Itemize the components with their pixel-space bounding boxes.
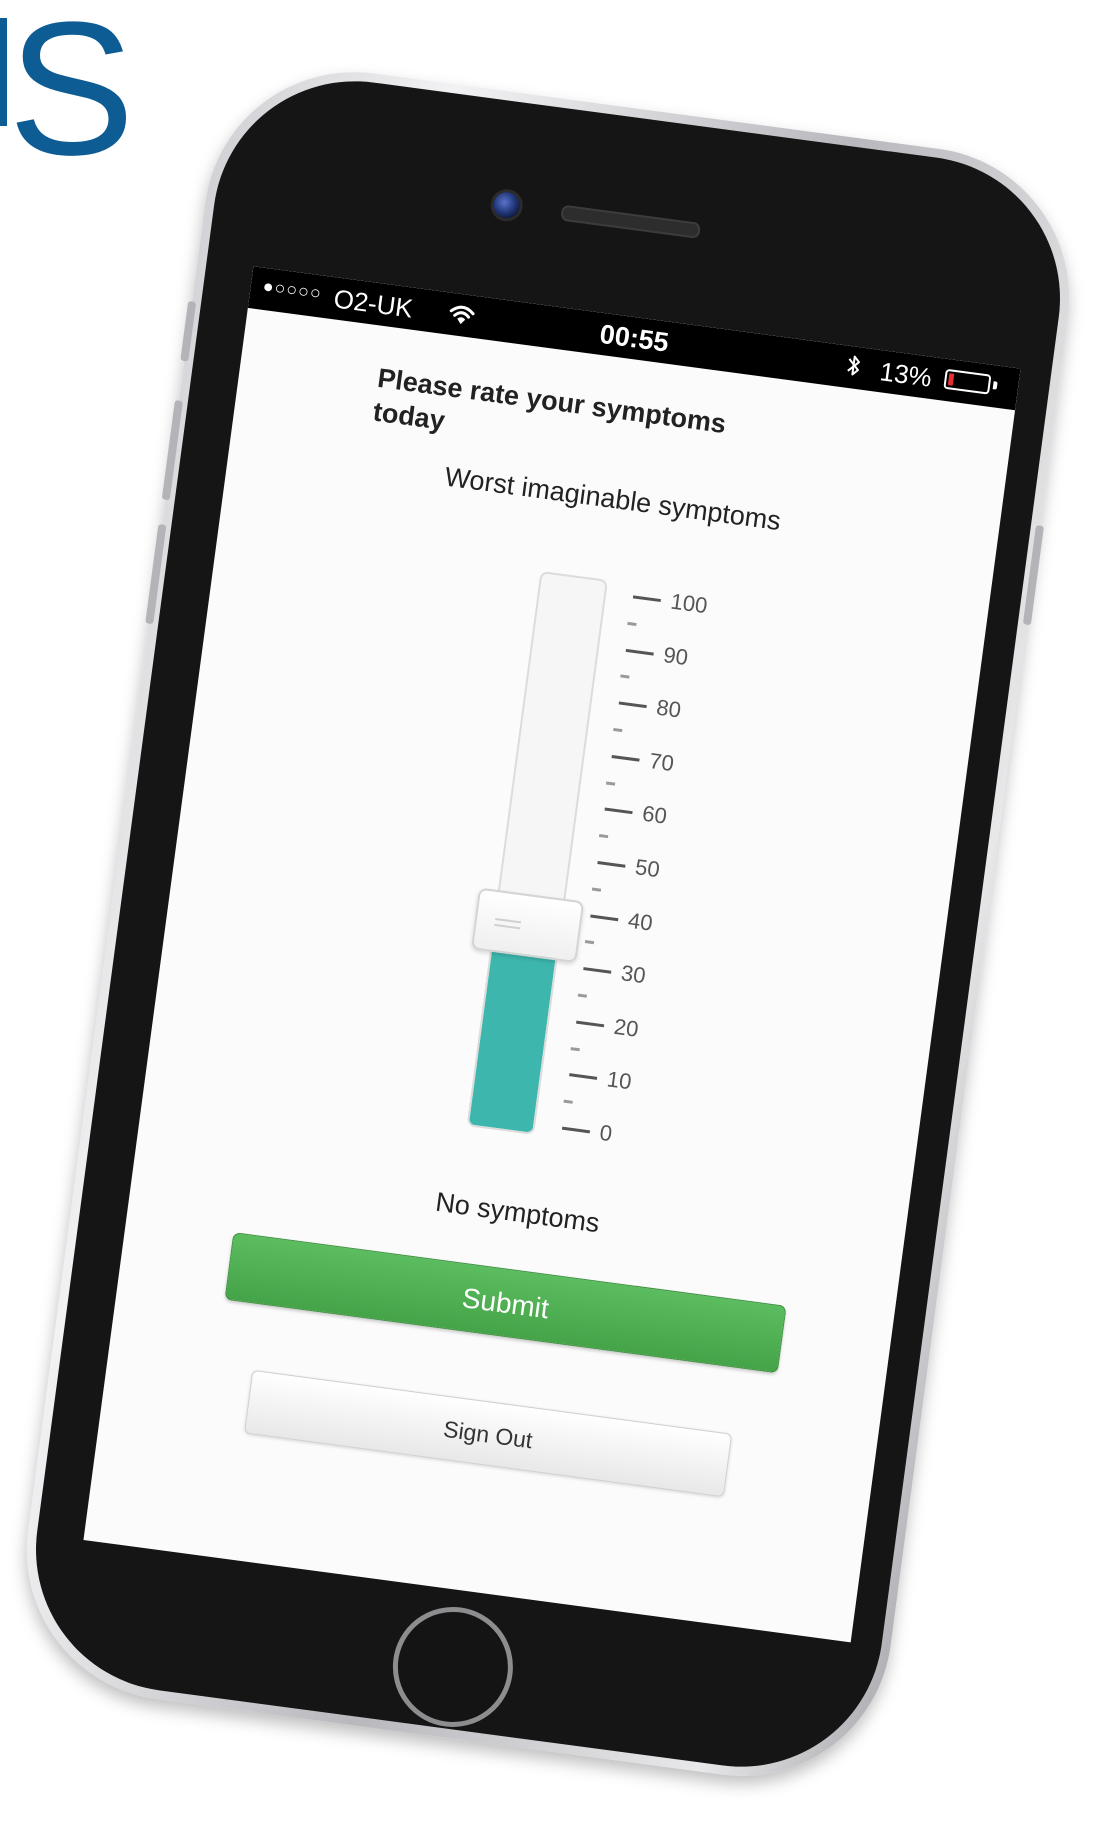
scale-major-tick [611,754,640,762]
scale-minor-tick [570,1046,580,1051]
battery-percent: 13% [878,356,934,393]
handle-grip-line [495,917,522,924]
scale-tick-label: 0 [598,1119,614,1147]
phone-screen: ●○○○○ O2-UK 00:55 13% Please rate your s… [83,266,1021,1643]
scale-major-tick [604,807,633,815]
scale-major-tick [590,914,619,921]
slider-track[interactable] [466,570,609,1135]
home-button[interactable] [385,1599,521,1735]
handle-grip-line [494,923,521,930]
scale-tick-label: 70 [647,747,676,776]
page: S ●○○○○ O2-UK 00:55 13% Please rate your… [0,0,1097,1848]
scale-minor-tick [606,781,616,786]
scale-tick-label: 20 [612,1013,641,1042]
scale-tick-label: 40 [626,907,655,936]
scale-tick-label: 10 [605,1066,633,1095]
status-bar: ●○○○○ O2-UK 00:55 13% [247,266,1021,411]
scale-tick-label: 60 [640,801,669,830]
scale-major-tick [561,1126,591,1134]
scale-tick-label: 30 [619,960,648,989]
scale-minor-tick [598,834,609,839]
scale-major-tick [618,701,647,709]
sign-out-button[interactable]: Sign Out [243,1369,733,1498]
scale-major-tick [583,967,612,974]
scale-major-tick [576,1020,605,1028]
phone-device: ●○○○○ O2-UK 00:55 13% Please rate your s… [8,53,1088,1795]
slider-handle[interactable] [471,887,585,963]
scale-tick-label: 50 [633,854,662,883]
scale-major-tick [625,648,654,656]
scale-minor-tick [613,727,623,733]
scale-major-tick [632,595,661,603]
scale-minor-tick [591,887,602,892]
scale-major-tick [597,861,626,868]
scale-minor-tick [563,1099,573,1104]
scale-major-tick [569,1073,598,1081]
scale-minor-tick [627,621,637,626]
brand-bar [0,18,7,126]
phone-body: ●○○○○ O2-UK 00:55 13% Please rate your s… [18,63,1078,1785]
scale-tick-label: 80 [654,694,683,723]
scale-minor-tick [577,993,587,998]
brand-logo-letter: S [8,0,135,195]
earpiece-speaker [560,204,702,239]
battery-level-fill [947,373,955,386]
scale-tick-label: 100 [669,588,709,619]
scale-tick-label: 90 [662,641,690,670]
scale-minor-tick [620,674,630,679]
scale-minor-tick [584,940,595,945]
front-camera [488,187,525,224]
